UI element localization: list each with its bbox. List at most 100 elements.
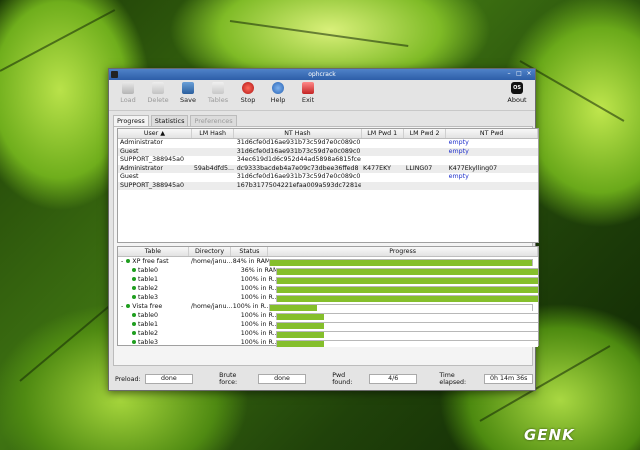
trash-icon [152, 82, 164, 94]
table-name: XP free fast [132, 258, 169, 265]
progress-fill [276, 295, 538, 302]
col-progress[interactable]: Progress [268, 247, 538, 256]
progress-cell [268, 302, 538, 311]
table-cell: 59ab4dfd5... [193, 164, 234, 172]
users-table[interactable]: User ▲ LM Hash NT Hash LM Pwd 1 LM Pwd 2… [117, 128, 539, 243]
directory-cell [200, 338, 241, 347]
table-row[interactable]: table0 36% in RAM [118, 266, 538, 275]
table-name-cell: table3 [118, 293, 200, 302]
table-cell: LLING07 [405, 164, 433, 172]
table-cell [192, 156, 235, 165]
status-cell: 100% in R... [240, 276, 276, 283]
table-cell [447, 156, 538, 165]
status-dot-icon [132, 340, 136, 344]
table-row[interactable]: Guest 31d6cfe0d16ae931b73c59d7e0c089c0 emp… [118, 147, 538, 157]
status-dot-icon [132, 313, 136, 317]
stop-button[interactable]: Stop [235, 82, 261, 104]
table-row[interactable]: Administrator 59ab4dfd5... dc9333bacdeb4a7… [118, 164, 538, 173]
stop-label: Stop [240, 96, 256, 104]
load-button[interactable]: Load [115, 82, 141, 104]
tab-statistics[interactable]: Statistics [150, 115, 189, 126]
table-cell: dc9333bacdeb4a7e09c73dbee36ffed8 [236, 164, 359, 172]
pwd-found-value: 4/6 [368, 374, 418, 384]
brute-force-value: done [257, 374, 307, 384]
table-name: table3 [138, 294, 158, 301]
directory-cell [200, 320, 241, 329]
table-cell [361, 173, 404, 182]
table-cell: Guest [120, 173, 139, 180]
table-row[interactable]: Administrator 31d6cfe0d16ae931b73c59d7e0c… [118, 139, 538, 148]
time-elapsed-value: 0h 14m 36s [484, 374, 533, 384]
col-user[interactable]: User ▲ [118, 129, 192, 138]
col-directory[interactable]: Directory [189, 247, 232, 256]
table-cell [404, 173, 447, 182]
table-row[interactable]: table0 100% in R... [118, 311, 538, 320]
maximize-button[interactable]: □ [515, 70, 523, 78]
table-row[interactable]: table1 100% in R... [118, 320, 538, 329]
table-name: table1 [138, 276, 158, 283]
table-cell: empty [447, 139, 538, 148]
table-cell: 31d6cfe0d16ae931b73c59d7e0c089c0 [236, 147, 361, 155]
table-name: table1 [138, 321, 158, 328]
progress-panel: User ▲ LM Hash NT Hash LM Pwd 1 LM Pwd 2… [113, 126, 539, 366]
col-nt-hash[interactable]: NT Hash [234, 129, 362, 138]
title-bar[interactable]: ophcrack – □ × [109, 69, 535, 80]
col-status[interactable]: Status [231, 247, 269, 256]
col-lm-hash[interactable]: LM Hash [192, 129, 235, 138]
col-lm-pwd2[interactable]: LM Pwd 2 [404, 129, 447, 138]
progress-bar [268, 258, 533, 266]
about-button[interactable]: OS About [505, 82, 529, 104]
col-nt-pwd[interactable]: NT Pwd [446, 129, 539, 138]
help-button[interactable]: Help [265, 82, 291, 104]
table-row[interactable]: table3 100% in R... [118, 338, 538, 347]
table-row[interactable]: Guest 31d6cfe0d16ae931b73c59d7e0c089c0 emp… [118, 173, 538, 182]
table-cell: 31d6cfe0d16ae931b73c59d7e0c089c0 [236, 173, 361, 180]
progress-bar [275, 267, 538, 275]
tables-body: - XP free fast/home/janu... 84% in RAM tabl… [118, 257, 538, 347]
status-dot-icon [126, 304, 131, 308]
table-row[interactable]: table2 100% in R... [118, 284, 538, 293]
table-cell [404, 139, 447, 148]
save-button[interactable]: Save [175, 82, 201, 104]
minimize-button[interactable]: – [505, 70, 513, 78]
table-name-cell: table2 [118, 284, 200, 293]
table-cell [361, 156, 404, 165]
table-cell: empty [447, 148, 538, 157]
table-cell: Administrator [120, 164, 163, 172]
delete-button[interactable]: Delete [145, 82, 171, 104]
table-cell [404, 182, 447, 191]
progress-fill [276, 286, 538, 293]
status-cell: 100% in R... [232, 303, 269, 310]
collapse-toggle-icon[interactable]: - [121, 303, 123, 310]
collapse-toggle-icon[interactable]: - [121, 258, 123, 265]
progress-cell [275, 320, 538, 329]
status-cell: 100% in R... [240, 312, 276, 319]
progress-fill [276, 340, 324, 347]
about-label: About [507, 96, 527, 104]
tables-button[interactable]: Tables [205, 82, 231, 104]
tab-progress[interactable]: Progress [113, 115, 149, 126]
table-name: table2 [138, 330, 158, 337]
genk-watermark: GENK [524, 426, 575, 444]
table-name-cell: table3 [118, 338, 200, 347]
table-cell [361, 139, 404, 148]
table-row[interactable]: - XP free fast/home/janu... 84% in RAM [118, 257, 538, 266]
table-row[interactable]: SUPPORT_388945a0 34ec619d1d6c952d44ad5898… [118, 156, 538, 165]
table-row[interactable]: SUPPORT_388945a0 167b3177504221efaa009a59… [118, 181, 538, 191]
table-row[interactable]: table3 100% in R... [118, 293, 538, 302]
table-row[interactable]: table1 100% in R... [118, 275, 538, 284]
preload-value: done [144, 374, 194, 384]
exit-button[interactable]: Exit [295, 82, 321, 104]
col-table[interactable]: Table [118, 247, 189, 256]
progress-fill [276, 277, 538, 284]
col-lm-pwd1[interactable]: LM Pwd 1 [362, 129, 404, 138]
rainbow-tables-table[interactable]: Table Directory Status Progress - XP free… [117, 246, 539, 347]
save-icon [182, 82, 194, 94]
progress-bar [275, 339, 538, 347]
table-row[interactable]: table2 100% in R... [118, 329, 538, 338]
help-label: Help [270, 96, 286, 104]
users-table-header: User ▲ LM Hash NT Hash LM Pwd 1 LM Pwd 2… [118, 129, 539, 139]
close-button[interactable]: × [525, 70, 533, 78]
tab-preferences[interactable]: Preferences [190, 115, 237, 126]
table-row[interactable]: - Vista free/home/janu... 100% in R... [118, 302, 538, 311]
